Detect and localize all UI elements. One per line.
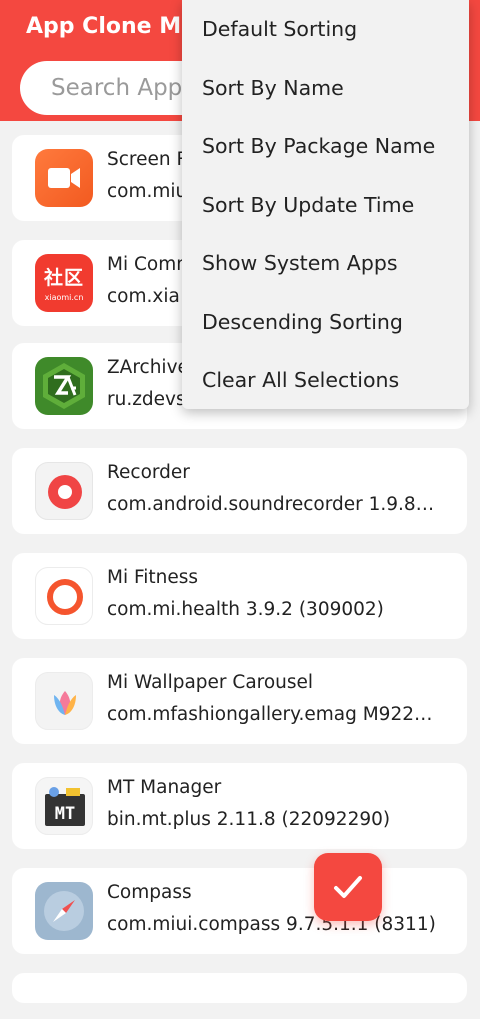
menu-item-sort-by-package-name[interactable]: Sort By Package Name	[182, 117, 469, 176]
menu-item-sort-by-update-time[interactable]: Sort By Update Time	[182, 176, 469, 235]
app-card-mt-manager[interactable]: MT MT Manager bin.mt.plus 2.11.8 (220922…	[12, 763, 467, 849]
app-name: Screen R	[107, 149, 190, 170]
app-name: Mi Wallpaper Carousel	[107, 672, 314, 693]
app-card-recorder[interactable]: Recorder com.android.soundrecorder 1.9.8…	[12, 448, 467, 534]
menu-item-sort-by-name[interactable]: Sort By Name	[182, 59, 469, 118]
app-name: Compass	[107, 882, 192, 903]
mi-community-icon-text: 社区	[43, 267, 84, 289]
mi-community-icon: 社区 xiaomi.cn	[35, 254, 93, 312]
app-package: com.miui.compass 9.7.5.1.1 (8311)	[107, 914, 436, 935]
app-name: Mi Fitness	[107, 567, 199, 588]
zarchiver-icon	[35, 357, 93, 415]
mt-manager-icon: MT	[35, 777, 93, 835]
checkmark-icon	[334, 876, 362, 898]
menu-item-show-system-apps[interactable]: Show System Apps	[182, 234, 469, 293]
app-package: com.android.soundrecorder 1.9.8…	[107, 494, 435, 515]
app-name: MT Manager	[107, 777, 222, 798]
app-title: App Clone Ma	[26, 14, 196, 39]
app-name: ZArchive	[107, 357, 189, 378]
mt-manager-icon-text: MT	[55, 804, 75, 824]
app-card-partial[interactable]	[12, 973, 467, 1003]
menu-item-clear-all-selections[interactable]: Clear All Selections	[182, 351, 469, 410]
app-card-mi-fitness[interactable]: Mi Fitness com.mi.health 3.9.2 (309002)	[12, 553, 467, 639]
wallpaper-carousel-icon	[35, 672, 93, 730]
menu-item-descending-sorting[interactable]: Descending Sorting	[182, 293, 469, 352]
compass-icon	[35, 882, 93, 940]
confirm-fab-button[interactable]	[314, 853, 382, 921]
app-package: com.mfashiongallery.emag M922…	[107, 704, 433, 725]
mi-fitness-icon	[35, 567, 93, 625]
menu-item-default-sorting[interactable]: Default Sorting	[182, 0, 469, 59]
app-name: Recorder	[107, 462, 190, 483]
mi-community-icon-subtext: xiaomi.cn	[44, 293, 84, 302]
recorder-icon	[35, 462, 93, 520]
screen-recorder-icon	[35, 149, 93, 207]
app-card-mi-wallpaper-carousel[interactable]: Mi Wallpaper Carousel com.mfashiongaller…	[12, 658, 467, 744]
app-package: com.mi.health 3.9.2 (309002)	[107, 599, 384, 620]
app-card-compass[interactable]: Compass com.miui.compass 9.7.5.1.1 (8311…	[12, 868, 467, 954]
sort-menu: Default Sorting Sort By Name Sort By Pac…	[182, 0, 469, 409]
app-package: bin.mt.plus 2.11.8 (22092290)	[107, 809, 391, 830]
